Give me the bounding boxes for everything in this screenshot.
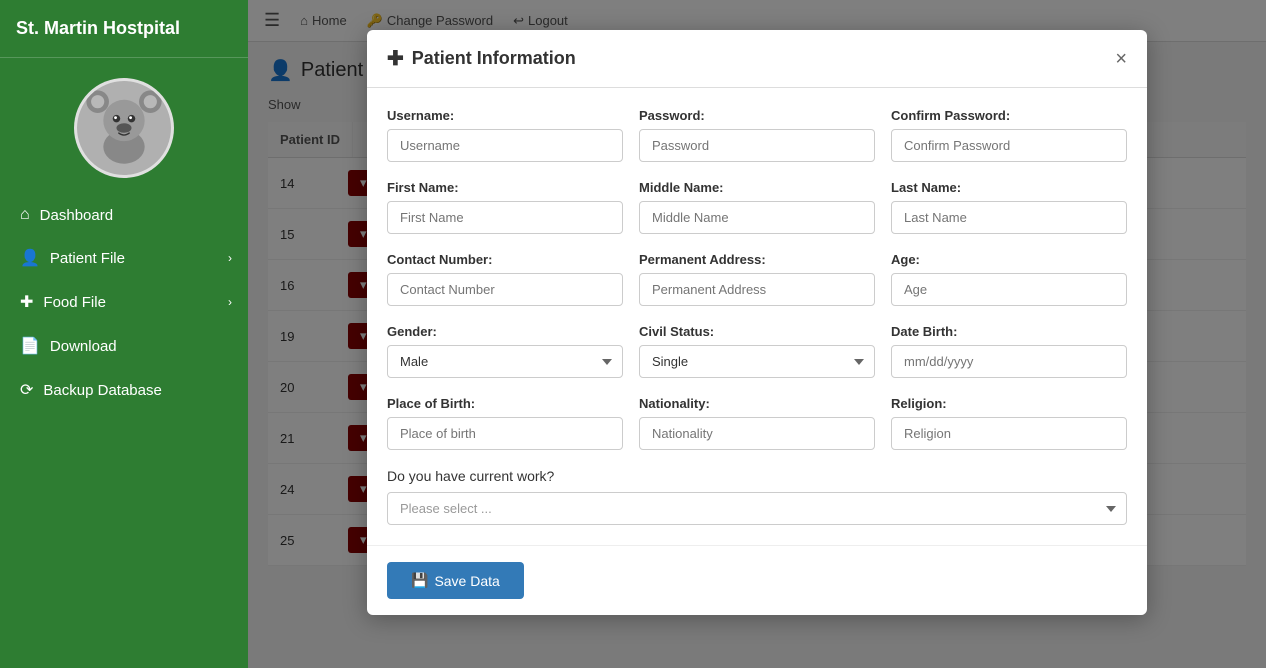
form-group-middle-name: Middle Name: — [639, 180, 875, 234]
last-name-input[interactable] — [891, 201, 1127, 234]
save-button[interactable]: 💾 Save Data — [387, 562, 524, 599]
sidebar-avatar-container — [0, 58, 248, 194]
contact-number-label: Contact Number: — [387, 252, 623, 267]
sidebar-item-backup[interactable]: ⟳ Backup Database — [0, 368, 248, 412]
plus-icon: ✚ — [20, 292, 33, 312]
sidebar-item-label-food-file: Food File — [43, 294, 106, 311]
sidebar-item-patient-file[interactable]: 👤 Patient File › — [0, 236, 248, 280]
work-question-label: Do you have current work? — [387, 468, 1127, 484]
patient-info-modal: ✚ Patient Information × Username: Passwo… — [367, 30, 1147, 615]
middle-name-label: Middle Name: — [639, 180, 875, 195]
form-group-place-of-birth: Place of Birth: — [387, 396, 623, 450]
confirm-password-input[interactable] — [891, 129, 1127, 162]
chevron-right-icon: › — [228, 251, 232, 265]
permanent-address-label: Permanent Address: — [639, 252, 875, 267]
religion-input[interactable] — [891, 417, 1127, 450]
sidebar: St. Martin Hostpital — [0, 0, 248, 668]
sidebar-item-download[interactable]: 📄 Download — [0, 324, 248, 368]
users-icon: 👤 — [20, 248, 40, 268]
date-birth-input[interactable] — [891, 345, 1127, 378]
form-group-religion: Religion: — [891, 396, 1127, 450]
form-group-date-birth: Date Birth: — [891, 324, 1127, 378]
refresh-icon: ⟳ — [20, 380, 33, 400]
form-group-permanent-address: Permanent Address: — [639, 252, 875, 306]
religion-label: Religion: — [891, 396, 1127, 411]
form-group-gender: Gender: Male Female — [387, 324, 623, 378]
save-icon: 💾 — [411, 572, 428, 589]
contact-number-input[interactable] — [387, 273, 623, 306]
form-row-names: First Name: Middle Name: Last Name: — [387, 180, 1127, 234]
modal-close-button[interactable]: × — [1115, 49, 1127, 69]
chevron-right-icon-food: › — [228, 295, 232, 309]
middle-name-input[interactable] — [639, 201, 875, 234]
form-group-password: Password: — [639, 108, 875, 162]
sidebar-item-label-download: Download — [50, 338, 117, 355]
password-label: Password: — [639, 108, 875, 123]
modal-body: Username: Password: Confirm Password: — [367, 88, 1147, 545]
age-input[interactable] — [891, 273, 1127, 306]
sidebar-item-label-patient-file: Patient File — [50, 250, 125, 267]
permanent-address-input[interactable] — [639, 273, 875, 306]
sidebar-item-label-backup: Backup Database — [43, 382, 161, 399]
form-group-last-name: Last Name: — [891, 180, 1127, 234]
form-group-civil-status: Civil Status: Single Married Widowed Sep… — [639, 324, 875, 378]
gender-label: Gender: — [387, 324, 623, 339]
home-icon: ⌂ — [20, 206, 30, 224]
main-content: ☰ ⌂ Home 🔑 Change Password ↩ Logout 👤 Pa… — [248, 0, 1266, 668]
place-of-birth-label: Place of Birth: — [387, 396, 623, 411]
form-group-confirm-password: Confirm Password: — [891, 108, 1127, 162]
civil-status-label: Civil Status: — [639, 324, 875, 339]
sidebar-item-food-file[interactable]: ✚ Food File › — [0, 280, 248, 324]
avatar-image — [77, 78, 171, 178]
nationality-input[interactable] — [639, 417, 875, 450]
form-row-birth: Place of Birth: Nationality: Religion: — [387, 396, 1127, 450]
plus-title-icon: ✚ — [387, 46, 404, 71]
file-icon: 📄 — [20, 336, 40, 356]
sidebar-title: St. Martin Hostpital — [0, 0, 248, 58]
form-group-age: Age: — [891, 252, 1127, 306]
form-group-nationality: Nationality: — [639, 396, 875, 450]
last-name-label: Last Name: — [891, 180, 1127, 195]
sidebar-item-label-dashboard: Dashboard — [40, 207, 113, 224]
work-select[interactable]: Please select ... Yes No — [387, 492, 1127, 525]
first-name-input[interactable] — [387, 201, 623, 234]
confirm-password-label: Confirm Password: — [891, 108, 1127, 123]
age-label: Age: — [891, 252, 1127, 267]
civil-status-select[interactable]: Single Married Widowed Separated — [639, 345, 875, 378]
modal-overlay: ✚ Patient Information × Username: Passwo… — [248, 0, 1266, 668]
modal-footer: 💾 Save Data — [367, 545, 1147, 615]
place-of-birth-input[interactable] — [387, 417, 623, 450]
form-group-username: Username: — [387, 108, 623, 162]
form-row-credentials: Username: Password: Confirm Password: — [387, 108, 1127, 162]
sidebar-item-dashboard[interactable]: ⌂ Dashboard — [0, 194, 248, 236]
form-group-first-name: First Name: — [387, 180, 623, 234]
modal-header: ✚ Patient Information × — [367, 30, 1147, 88]
first-name-label: First Name: — [387, 180, 623, 195]
password-input[interactable] — [639, 129, 875, 162]
username-input[interactable] — [387, 129, 623, 162]
form-row-contact: Contact Number: Permanent Address: Age: — [387, 252, 1127, 306]
username-label: Username: — [387, 108, 623, 123]
form-group-contact-number: Contact Number: — [387, 252, 623, 306]
gender-select[interactable]: Male Female — [387, 345, 623, 378]
nationality-label: Nationality: — [639, 396, 875, 411]
date-birth-label: Date Birth: — [891, 324, 1127, 339]
form-row-gender: Gender: Male Female Civil Status: Single… — [387, 324, 1127, 378]
avatar — [74, 78, 174, 178]
modal-title: ✚ Patient Information — [387, 46, 576, 71]
work-question-section: Do you have current work? Please select … — [387, 468, 1127, 525]
sidebar-nav: ⌂ Dashboard 👤 Patient File › ✚ Food File… — [0, 194, 248, 412]
